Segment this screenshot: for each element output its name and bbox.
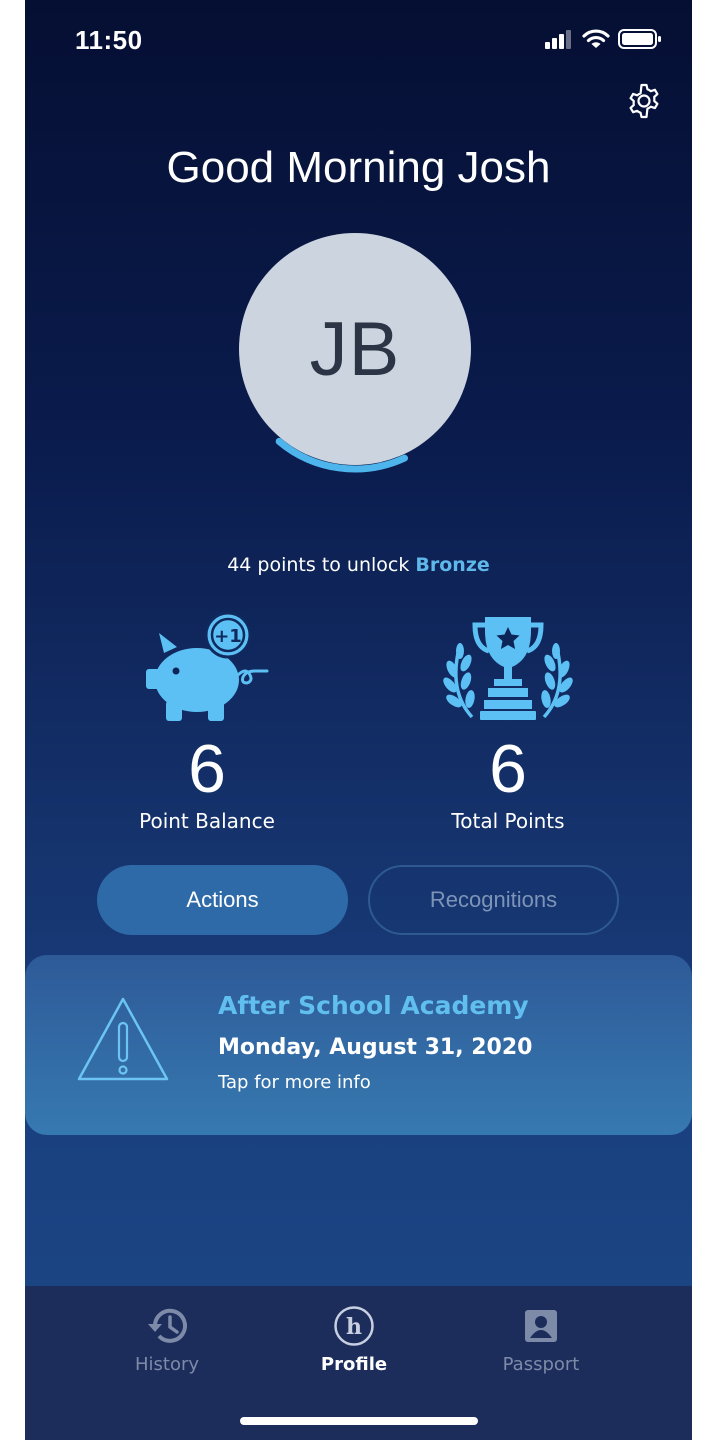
unlock-tier: Bronze (415, 554, 490, 576)
profile-h-icon: h (334, 1306, 374, 1346)
wifi-icon (582, 29, 610, 48)
event-title: After School Academy (218, 991, 529, 1020)
total-points-label: Total Points (451, 809, 565, 833)
status-icons (544, 28, 662, 50)
event-date: Monday, August 31, 2020 (218, 1035, 533, 1060)
trophy-icon (443, 616, 573, 720)
point-balance-label: Point Balance (139, 809, 275, 833)
piggy-bank-icon: +1 (146, 612, 269, 721)
actions-tab-button[interactable]: Actions (97, 865, 348, 935)
svg-text:h: h (346, 1314, 362, 1340)
tab-history-label: History (134, 1354, 200, 1375)
stat-point-balance: +1 6 Point Balance (107, 610, 307, 833)
avatar-container: JB (230, 226, 480, 476)
signal-icon (545, 30, 571, 49)
tab-profile-label: Profile (320, 1354, 388, 1375)
warning-icon (77, 997, 169, 1081)
greeting-title: Good Morning Josh (166, 143, 551, 192)
tab-profile[interactable]: h Profile (284, 1306, 424, 1375)
gear-icon (629, 83, 659, 119)
tab-passport[interactable]: Passport (471, 1306, 611, 1375)
app-screen: 11:50 Good Morning Josh JB 44 points to … (25, 0, 692, 1440)
status-time: 11:50 (75, 25, 143, 55)
passport-icon (525, 1310, 557, 1342)
piggy-badge-text: +1 (214, 626, 242, 647)
settings-button[interactable] (625, 82, 663, 120)
unlock-progress-text: 44 points to unlock Bronze (25, 554, 692, 576)
history-icon (148, 1308, 187, 1343)
event-info: Tap for more info (218, 1072, 371, 1093)
stat-total-points: 6 Total Points (408, 610, 608, 833)
point-balance-value: 6 (188, 731, 226, 807)
progress-ring (275, 437, 408, 473)
event-card[interactable]: After School Academy Monday, August 31, … (25, 955, 692, 1135)
tab-passport-label: Passport (502, 1354, 580, 1375)
total-points-value: 6 (489, 731, 527, 807)
recognitions-tab-button[interactable]: Recognitions (368, 865, 619, 935)
tab-history[interactable]: History (97, 1306, 237, 1375)
battery-icon (618, 29, 661, 49)
unlock-prefix: 44 points to unlock (227, 554, 416, 576)
home-indicator (240, 1417, 478, 1425)
